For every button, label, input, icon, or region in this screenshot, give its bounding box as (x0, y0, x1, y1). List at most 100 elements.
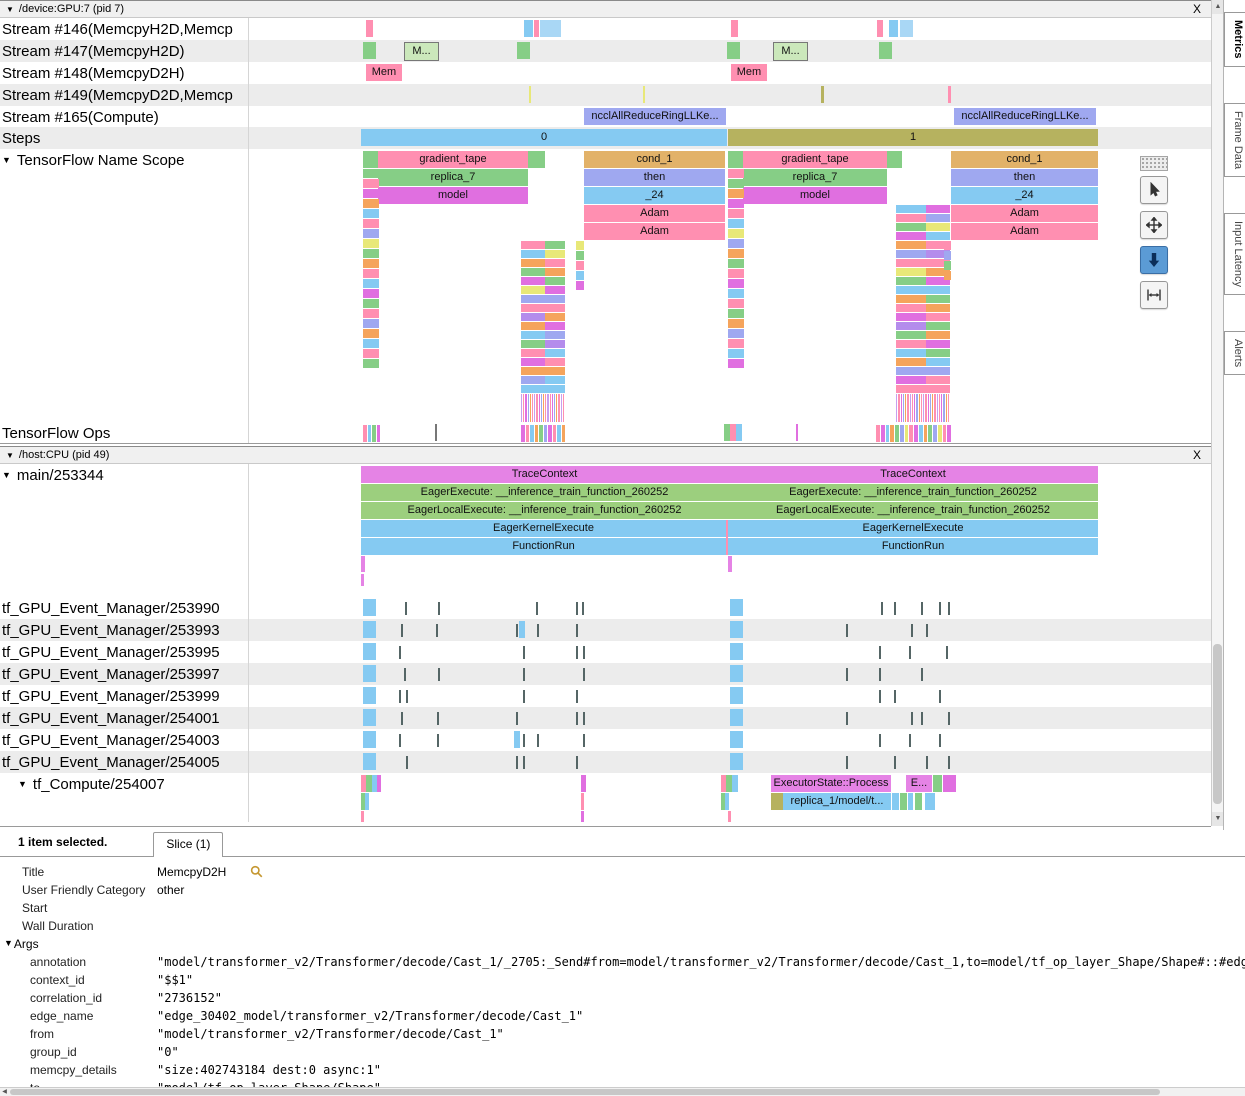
slice-cluster[interactable] (944, 241, 951, 250)
trace-slice[interactable] (517, 42, 530, 59)
slice-cluster[interactable] (933, 425, 937, 442)
slice-cluster[interactable] (530, 425, 534, 442)
slice-cluster[interactable] (545, 286, 565, 294)
trace-slice[interactable]: M... (773, 42, 808, 61)
trace-slice[interactable] (877, 20, 883, 37)
slice-cluster[interactable] (576, 251, 584, 260)
slice-cluster[interactable] (926, 340, 950, 348)
event-tick[interactable] (846, 624, 848, 637)
trace-slice[interactable] (915, 793, 922, 810)
trace-slice[interactable] (730, 731, 743, 748)
trace-slice[interactable]: _24 (951, 187, 1098, 204)
slice-cluster[interactable] (544, 425, 548, 442)
slice-cluster[interactable] (926, 313, 950, 321)
slice-cluster[interactable] (881, 425, 885, 442)
track-group-label[interactable]: ▼TensorFlow Name Scope (0, 149, 250, 425)
slice-cluster[interactable] (363, 209, 379, 218)
event-tick[interactable] (948, 712, 950, 725)
collapse-icon[interactable]: ▼ (6, 451, 14, 460)
slice-cluster[interactable] (728, 169, 744, 178)
vscrollbar-thumb[interactable] (1213, 644, 1222, 804)
trace-slice[interactable] (892, 793, 899, 810)
trace-slice[interactable] (730, 621, 743, 638)
slice-cluster[interactable] (539, 394, 540, 422)
slice-cluster[interactable] (550, 394, 551, 422)
trace-slice[interactable]: ExecutorState::Process (771, 775, 891, 792)
slice-cluster[interactable] (545, 322, 565, 330)
event-tick[interactable] (516, 712, 518, 725)
selection-tool-button[interactable] (1140, 176, 1168, 204)
slice-cluster[interactable] (926, 205, 950, 213)
trace-slice[interactable]: Adam (584, 223, 725, 240)
slice-cluster[interactable] (901, 394, 902, 422)
trace-slice[interactable] (730, 643, 743, 660)
trace-slice[interactable] (363, 709, 376, 726)
event-tick[interactable] (576, 624, 578, 637)
event-tick[interactable] (405, 602, 407, 615)
trace-slice[interactable] (365, 793, 369, 810)
event-tick[interactable] (436, 624, 438, 637)
trace-slice[interactable]: Adam (951, 223, 1098, 240)
trace-slice[interactable]: _24 (584, 187, 725, 204)
slice-cluster[interactable] (535, 425, 539, 442)
trace-slice[interactable] (728, 151, 743, 168)
trace-slice[interactable] (730, 709, 743, 726)
slice-cluster[interactable] (890, 425, 894, 442)
slice-cluster[interactable] (926, 385, 950, 393)
slice-cluster[interactable] (545, 358, 565, 366)
event-tick[interactable] (399, 690, 401, 703)
slice-cluster[interactable] (545, 250, 565, 258)
slice-cluster[interactable] (728, 249, 744, 258)
event-tick[interactable] (516, 624, 518, 637)
slice-cluster[interactable] (368, 425, 372, 442)
slice-cluster[interactable] (728, 259, 744, 268)
slice-cluster[interactable] (528, 394, 529, 422)
slice-cluster[interactable] (939, 394, 940, 422)
side-tab-input-latency[interactable]: Input Latency (1224, 213, 1245, 295)
slice-cluster[interactable] (545, 304, 565, 312)
slice-cluster[interactable] (934, 394, 935, 422)
slice-cluster[interactable] (576, 261, 584, 270)
event-tick[interactable] (404, 668, 406, 681)
trace-slice[interactable]: FunctionRun (728, 538, 1098, 555)
trace-slice[interactable]: replica_7 (743, 169, 887, 186)
event-tick[interactable] (846, 712, 848, 725)
expand-icon[interactable]: ▼ (2, 155, 11, 165)
zoom-tool-button[interactable] (1140, 246, 1168, 274)
event-tick[interactable] (911, 712, 913, 725)
slice-cluster[interactable] (523, 394, 524, 422)
event-tick[interactable] (583, 668, 585, 681)
slice-cluster[interactable] (926, 295, 950, 303)
trace-slice[interactable]: then (951, 169, 1098, 186)
event-tick[interactable] (401, 624, 403, 637)
slice-cluster[interactable] (932, 394, 933, 422)
slice-cluster[interactable] (728, 339, 744, 348)
slice-cluster[interactable] (525, 394, 526, 422)
slice-cluster[interactable] (912, 394, 913, 422)
slice-cluster[interactable] (545, 277, 565, 285)
event-tick[interactable] (438, 668, 440, 681)
event-tick[interactable] (921, 602, 923, 615)
args-collapse-icon[interactable]: ▼ (4, 938, 13, 948)
slice-cluster[interactable] (937, 394, 938, 422)
slice-cluster[interactable] (728, 239, 744, 248)
event-tick[interactable] (523, 756, 525, 769)
hscrollbar-thumb[interactable] (10, 1089, 1160, 1095)
slice-cluster[interactable] (921, 394, 922, 422)
trace-slice[interactable] (519, 621, 525, 638)
slice-cluster[interactable] (914, 425, 918, 442)
event-tick[interactable] (576, 712, 578, 725)
slice-cluster[interactable] (552, 394, 553, 422)
slice-cluster[interactable] (363, 229, 379, 238)
event-tick[interactable] (926, 624, 928, 637)
slice-cluster[interactable] (907, 394, 908, 422)
event-tick[interactable] (939, 734, 941, 747)
slice-cluster[interactable] (541, 394, 542, 422)
trace-slice[interactable] (540, 20, 561, 37)
slice-cluster[interactable] (905, 394, 906, 422)
slice-cluster[interactable] (924, 425, 928, 442)
event-tick[interactable] (909, 646, 911, 659)
slice-cluster[interactable] (914, 394, 915, 422)
slice-cluster[interactable] (728, 229, 744, 238)
slice-cluster[interactable] (530, 394, 531, 422)
